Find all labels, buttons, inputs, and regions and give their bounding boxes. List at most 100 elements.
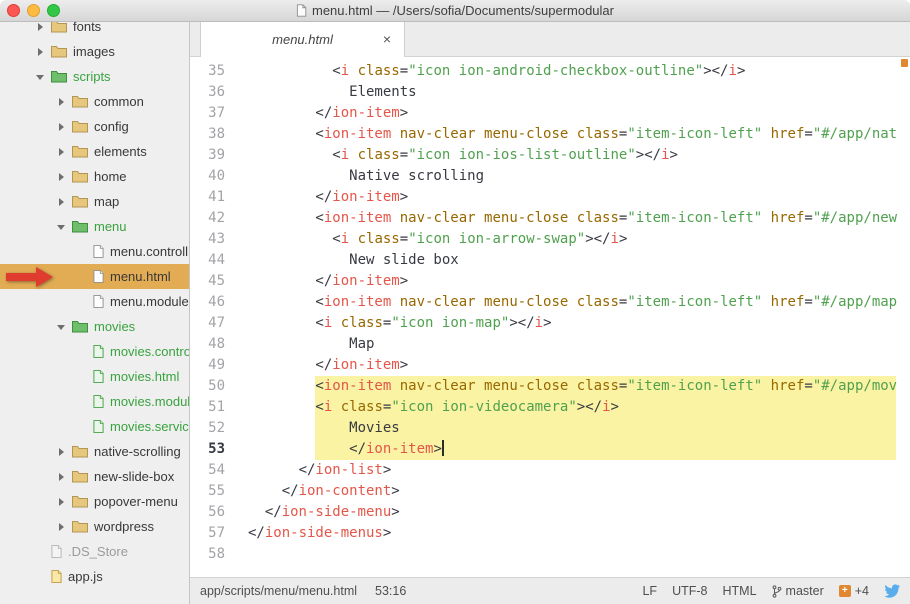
code-line-content[interactable]: Map bbox=[238, 334, 910, 355]
code-line-52[interactable]: 52 Movies bbox=[190, 418, 910, 439]
tree-file-movies-html[interactable]: movies.html bbox=[0, 364, 189, 389]
code-line-content[interactable]: <i class="icon ion-videocamera"></i> bbox=[238, 397, 910, 418]
chevron-icon[interactable] bbox=[76, 395, 89, 408]
tree-folder-menu[interactable]: menu bbox=[0, 214, 189, 239]
code-line-content[interactable]: New slide box bbox=[238, 250, 910, 271]
tree-folder-native-scrolling[interactable]: native-scrolling bbox=[0, 439, 189, 464]
tree-file-app-js[interactable]: app.js bbox=[0, 564, 189, 589]
line-number[interactable]: 54 bbox=[190, 460, 238, 481]
tree-folder-images[interactable]: images bbox=[0, 39, 189, 64]
git-diff-status[interactable]: +4 bbox=[838, 584, 869, 598]
code-line-49[interactable]: 49 </ion-item> bbox=[190, 355, 910, 376]
line-number[interactable]: 40 bbox=[190, 166, 238, 187]
chevron-icon[interactable] bbox=[55, 195, 68, 208]
line-number[interactable]: 35 bbox=[190, 61, 238, 82]
tree-folder-fonts[interactable]: fonts bbox=[0, 22, 189, 39]
tree-file-movies-contro[interactable]: movies.contro bbox=[0, 339, 189, 364]
line-number[interactable]: 51 bbox=[190, 397, 238, 418]
chevron-icon[interactable] bbox=[55, 445, 68, 458]
line-number[interactable]: 53 bbox=[190, 439, 238, 460]
code-line-content[interactable]: Elements bbox=[238, 82, 910, 103]
code-line-35[interactable]: 35 <i class="icon ion-android-checkbox-o… bbox=[190, 61, 910, 82]
code-line-content[interactable]: </ion-item> bbox=[238, 355, 910, 376]
line-number[interactable]: 58 bbox=[190, 544, 238, 565]
cursor-position[interactable]: 53:16 bbox=[375, 584, 406, 598]
code-editor[interactable]: 35 <i class="icon ion-android-checkbox-o… bbox=[190, 57, 910, 577]
code-line-content[interactable]: <ion-item nav-clear menu-close class="it… bbox=[238, 208, 910, 229]
code-line-50[interactable]: 50 <ion-item nav-clear menu-close class=… bbox=[190, 376, 910, 397]
line-ending-indicator[interactable]: LF bbox=[642, 584, 657, 598]
bird-icon[interactable] bbox=[884, 584, 900, 598]
chevron-icon[interactable] bbox=[55, 320, 68, 333]
code-line-content[interactable]: </ion-content> bbox=[238, 481, 910, 502]
line-number[interactable]: 50 bbox=[190, 376, 238, 397]
line-number[interactable]: 48 bbox=[190, 334, 238, 355]
code-line-42[interactable]: 42 <ion-item nav-clear menu-close class=… bbox=[190, 208, 910, 229]
tree-file-movies-modul[interactable]: movies.modul bbox=[0, 389, 189, 414]
tree-folder-common[interactable]: common bbox=[0, 89, 189, 114]
code-line-56[interactable]: 56 </ion-side-menu> bbox=[190, 502, 910, 523]
code-line-content[interactable]: Movies bbox=[238, 418, 910, 439]
tree-file-menu-html[interactable]: menu.html bbox=[0, 264, 189, 289]
tree-folder-elements[interactable]: elements bbox=[0, 139, 189, 164]
code-line-57[interactable]: 57 </ion-side-menus> bbox=[190, 523, 910, 544]
encoding-indicator[interactable]: UTF-8 bbox=[672, 584, 707, 598]
file-path[interactable]: app/scripts/menu/menu.html bbox=[200, 584, 357, 598]
chevron-icon[interactable] bbox=[34, 22, 47, 33]
code-line-38[interactable]: 38 <ion-item nav-clear menu-close class=… bbox=[190, 124, 910, 145]
tree-file--ds-store[interactable]: .DS_Store bbox=[0, 539, 189, 564]
code-line-45[interactable]: 45 </ion-item> bbox=[190, 271, 910, 292]
tree-file-menu-controll[interactable]: menu.controll bbox=[0, 239, 189, 264]
line-number[interactable]: 46 bbox=[190, 292, 238, 313]
code-line-46[interactable]: 46 <ion-item nav-clear menu-close class=… bbox=[190, 292, 910, 313]
git-branch[interactable]: master bbox=[772, 584, 824, 598]
chevron-icon[interactable] bbox=[34, 45, 47, 58]
code-line-content[interactable]: <ion-item nav-clear menu-close class="it… bbox=[238, 292, 910, 313]
code-line-content[interactable] bbox=[238, 544, 910, 565]
chevron-icon[interactable] bbox=[55, 220, 68, 233]
chevron-icon[interactable] bbox=[55, 520, 68, 533]
code-line-37[interactable]: 37 </ion-item> bbox=[190, 103, 910, 124]
code-line-39[interactable]: 39 <i class="icon ion-ios-list-outline">… bbox=[190, 145, 910, 166]
line-number[interactable]: 45 bbox=[190, 271, 238, 292]
code-line-content[interactable]: Native scrolling bbox=[238, 166, 910, 187]
tab-menu-html[interactable]: menu.html × bbox=[200, 22, 405, 57]
code-line-41[interactable]: 41 </ion-item> bbox=[190, 187, 910, 208]
code-line-content[interactable]: <i class="icon ion-map"></i> bbox=[238, 313, 910, 334]
tree-folder-new-slide-box[interactable]: new-slide-box bbox=[0, 464, 189, 489]
chevron-icon[interactable] bbox=[76, 295, 89, 308]
line-number[interactable]: 42 bbox=[190, 208, 238, 229]
tree-folder-map[interactable]: map bbox=[0, 189, 189, 214]
code-line-47[interactable]: 47 <i class="icon ion-map"></i> bbox=[190, 313, 910, 334]
chevron-icon[interactable] bbox=[55, 145, 68, 158]
chevron-icon[interactable] bbox=[76, 245, 89, 258]
code-line-54[interactable]: 54 </ion-list> bbox=[190, 460, 910, 481]
code-line-48[interactable]: 48 Map bbox=[190, 334, 910, 355]
code-line-44[interactable]: 44 New slide box bbox=[190, 250, 910, 271]
code-line-content[interactable]: </ion-item> bbox=[238, 187, 910, 208]
line-number[interactable]: 55 bbox=[190, 481, 238, 502]
code-line-content[interactable]: <ion-item nav-clear menu-close class="it… bbox=[238, 376, 910, 397]
line-number[interactable]: 47 bbox=[190, 313, 238, 334]
line-number[interactable]: 57 bbox=[190, 523, 238, 544]
close-window-button[interactable] bbox=[7, 4, 20, 17]
code-line-43[interactable]: 43 <i class="icon ion-arrow-swap"></i> bbox=[190, 229, 910, 250]
line-number[interactable]: 37 bbox=[190, 103, 238, 124]
tree-folder-config[interactable]: config bbox=[0, 114, 189, 139]
tree-folder-popover-menu[interactable]: popover-menu bbox=[0, 489, 189, 514]
chevron-icon[interactable] bbox=[55, 470, 68, 483]
code-line-content[interactable]: </ion-item> bbox=[238, 439, 910, 460]
line-number[interactable]: 44 bbox=[190, 250, 238, 271]
line-number[interactable]: 43 bbox=[190, 229, 238, 250]
line-number[interactable]: 56 bbox=[190, 502, 238, 523]
zoom-window-button[interactable] bbox=[47, 4, 60, 17]
grammar-indicator[interactable]: HTML bbox=[723, 584, 757, 598]
code-line-content[interactable]: <ion-item nav-clear menu-close class="it… bbox=[238, 124, 910, 145]
code-line-58[interactable]: 58 bbox=[190, 544, 910, 565]
chevron-icon[interactable] bbox=[34, 545, 47, 558]
line-number[interactable]: 36 bbox=[190, 82, 238, 103]
chevron-icon[interactable] bbox=[55, 95, 68, 108]
code-line-55[interactable]: 55 </ion-content> bbox=[190, 481, 910, 502]
line-number[interactable]: 39 bbox=[190, 145, 238, 166]
tree-folder-home[interactable]: home bbox=[0, 164, 189, 189]
